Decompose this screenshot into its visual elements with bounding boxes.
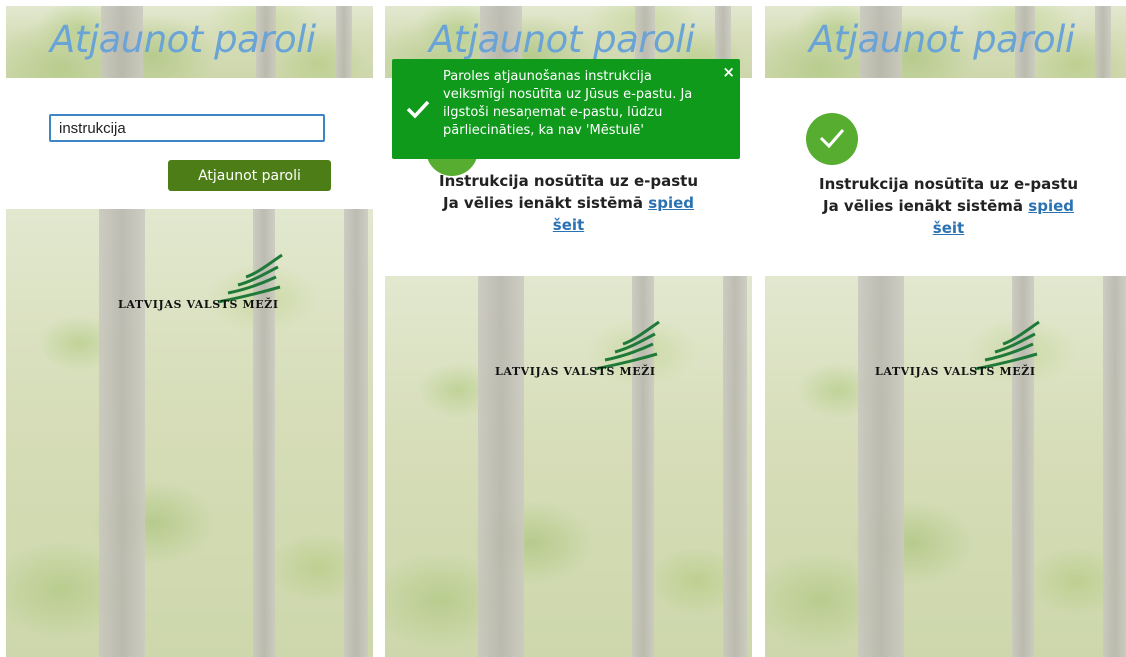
reset-password-button[interactable]: Atjaunot paroli — [168, 160, 331, 191]
toast-message: Paroles atjaunošanas instrukcija veiksmī… — [443, 69, 693, 138]
forest-background: LATVIJAS VALSTS MEŽI — [765, 276, 1126, 657]
success-message: Instrukcija nosūtīta uz e-pastu Ja vēlie… — [765, 173, 1126, 239]
success-line: Instrukcija nosūtīta uz e-pastu — [818, 175, 1078, 193]
login-link[interactable]: spied — [1028, 197, 1074, 215]
login-link-cont[interactable]: šeit — [553, 216, 584, 234]
login-hint-cont: šeit — [765, 217, 1126, 239]
company-logo: LATVIJAS VALSTS MEŽI — [118, 247, 288, 317]
company-logo: LATVIJAS VALSTS MEŽI — [495, 314, 665, 384]
login-hint: Ja vēlies ienākt sistēmā spied — [822, 197, 1074, 215]
panel-after-dismiss: Atjaunot paroli Instrukcija nosūtīta uz … — [765, 6, 1126, 657]
login-link-cont[interactable]: šeit — [933, 219, 964, 237]
panel-with-notification: Atjaunot paroli Instrukcija nosūtīta uz … — [385, 6, 752, 657]
login-hint-cont: šeit — [385, 214, 752, 236]
check-icon — [406, 100, 430, 119]
header-banner: Atjaunot paroli — [765, 6, 1126, 78]
success-line: Instrukcija nosūtīta uz e-pastu — [438, 172, 698, 190]
email-input[interactable] — [49, 114, 325, 142]
login-hint: Ja vēlies ienākt sistēmā spied — [442, 194, 694, 212]
page-title: Atjaunot paroli — [50, 18, 316, 61]
check-icon — [819, 129, 845, 149]
header-banner: Atjaunot paroli — [6, 6, 373, 78]
forest-background: LATVIJAS VALSTS MEŽI — [6, 209, 373, 657]
success-check-badge — [806, 113, 858, 165]
page-title: Atjaunot paroli — [809, 18, 1075, 61]
company-logo: LATVIJAS VALSTS MEŽI — [875, 314, 1045, 384]
success-toast: Paroles atjaunošanas instrukcija veiksmī… — [392, 59, 740, 159]
forest-background: LATVIJAS VALSTS MEŽI — [385, 276, 752, 657]
panel-reset-form: Atjaunot paroli Atjaunot paroli LATVIJAS… — [6, 6, 373, 657]
login-link[interactable]: spied — [648, 194, 694, 212]
success-message: Instrukcija nosūtīta uz e-pastu Ja vēlie… — [385, 170, 752, 236]
page-title: Atjaunot paroli — [429, 18, 695, 61]
close-icon[interactable]: × — [722, 64, 735, 80]
